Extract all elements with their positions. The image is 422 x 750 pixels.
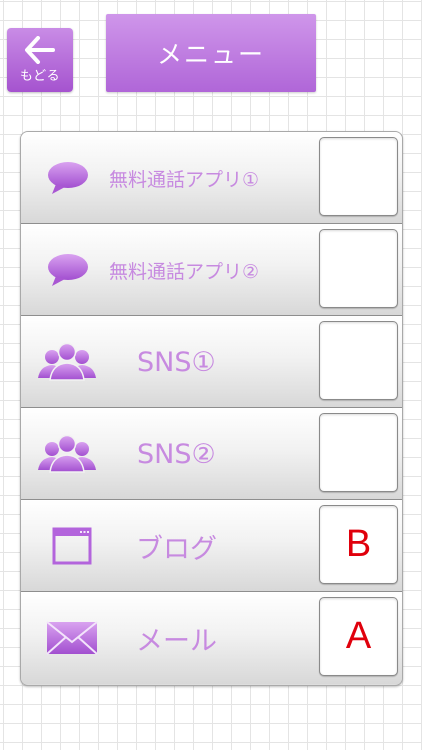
menu-row-mail[interactable]: メール A (21, 592, 402, 684)
menu-row-label: メール (136, 625, 217, 657)
speech-bubble-icon (47, 132, 89, 224)
menu-list: 無料通話アプリ① 無料通話アプリ② SNS① SNS② ブログ B メール A (20, 131, 403, 686)
assign-slot[interactable]: B (319, 505, 398, 584)
menu-row-label: SNS② (137, 438, 216, 470)
menu-row-label: SNS① (137, 346, 216, 378)
menu-row-label: 無料通話アプリ② (109, 260, 260, 283)
menu-row-blog[interactable]: ブログ B (21, 500, 402, 592)
assign-slot[interactable] (319, 137, 398, 216)
back-label: もどる (19, 69, 61, 84)
menu-row-free-call-app-1[interactable]: 無料通話アプリ① (21, 132, 402, 224)
assign-slot[interactable] (319, 321, 398, 400)
envelope-icon (45, 592, 99, 684)
assign-slot[interactable]: A (319, 597, 398, 676)
arrow-left-icon (25, 36, 55, 64)
menu-row-label: ブログ (136, 533, 217, 565)
page-title: メニュー (106, 14, 316, 92)
menu-row-label: 無料通話アプリ① (109, 168, 260, 191)
browser-window-icon (51, 500, 93, 592)
menu-row-sns-1[interactable]: SNS① (21, 316, 402, 408)
menu-row-sns-2[interactable]: SNS② (21, 408, 402, 500)
speech-bubble-icon (47, 224, 89, 316)
menu-row-free-call-app-2[interactable]: 無料通話アプリ② (21, 224, 402, 316)
assign-slot[interactable] (319, 229, 398, 308)
assign-slot[interactable] (319, 413, 398, 492)
people-group-icon (35, 408, 99, 500)
back-button[interactable]: もどる (7, 28, 73, 92)
people-group-icon (35, 316, 99, 408)
